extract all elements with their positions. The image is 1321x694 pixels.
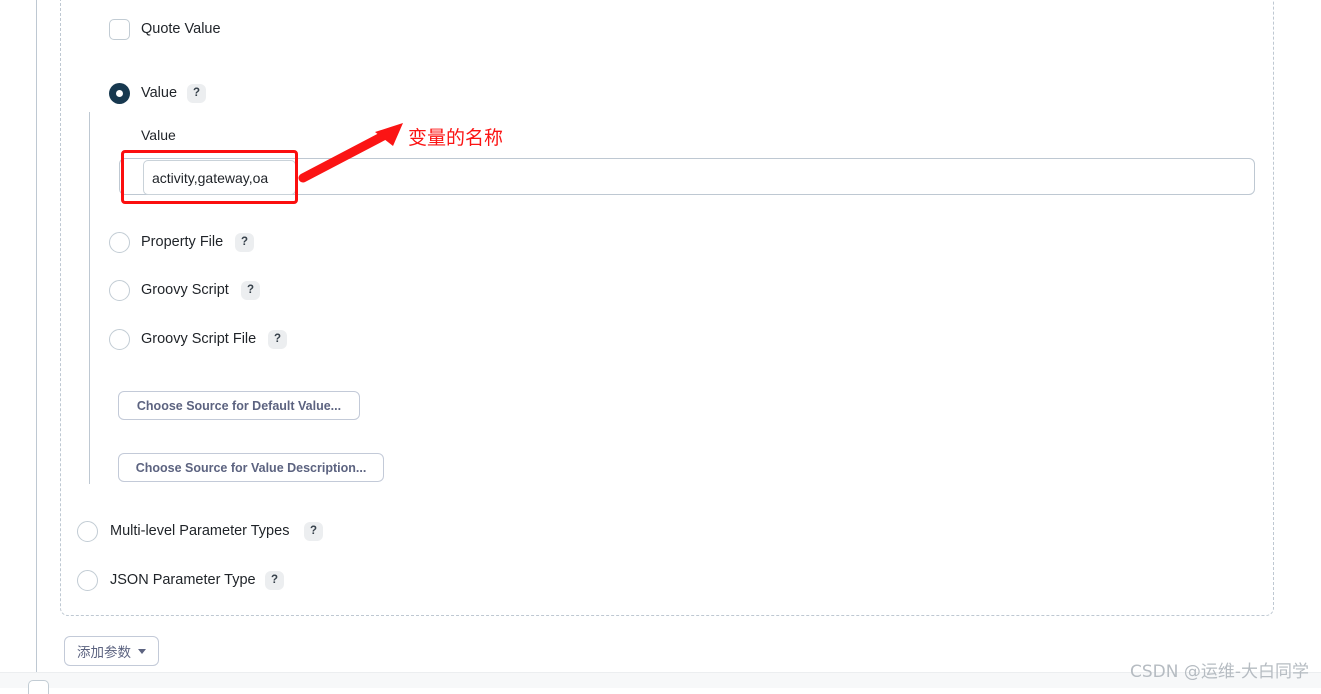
value-radio-label: Value (141, 85, 178, 101)
choose-source-value-description-button[interactable]: Choose Source for Value Description... (118, 453, 384, 482)
chevron-down-icon (138, 648, 146, 654)
bottom-separator (0, 672, 1321, 688)
groovy-script-label: Groovy Script (141, 282, 229, 298)
annotation-text: 变量的名称 (408, 127, 504, 149)
add-parameter-label: 添加参数 (77, 645, 131, 660)
groovy-script-file-help-icon[interactable]: ? (268, 330, 287, 349)
value-section-indent-rail (89, 112, 90, 484)
outer-vertical-rail (36, 0, 37, 687)
multi-level-parameter-types-label: Multi-level Parameter Types (110, 523, 290, 539)
next-option-checkbox[interactable] (28, 680, 49, 694)
property-file-help-icon[interactable]: ? (235, 233, 254, 252)
choose-source-default-value-button[interactable]: Choose Source for Default Value... (118, 391, 360, 420)
json-parameter-type-label: JSON Parameter Type (110, 572, 256, 588)
property-file-radio[interactable] (109, 232, 130, 253)
value-input[interactable] (143, 160, 296, 195)
property-file-label: Property File (141, 234, 224, 250)
value-field-label: Value (141, 127, 176, 143)
json-parameter-type-radio[interactable] (77, 570, 98, 591)
watermark: CSDN @运维-大白同学 (1129, 662, 1309, 682)
value-help-icon[interactable]: ? (187, 84, 206, 103)
groovy-script-file-label: Groovy Script File (141, 331, 257, 347)
multi-level-parameter-types-radio[interactable] (77, 521, 98, 542)
json-parameter-type-help-icon[interactable]: ? (265, 571, 284, 590)
groovy-script-help-icon[interactable]: ? (241, 281, 260, 300)
groovy-script-radio[interactable] (109, 280, 130, 301)
groovy-script-file-radio[interactable] (109, 329, 130, 350)
multi-level-help-icon[interactable]: ? (304, 522, 323, 541)
value-radio[interactable] (109, 83, 130, 104)
quote-value-label: Quote Value (141, 21, 221, 37)
quote-value-checkbox[interactable] (109, 19, 130, 40)
add-parameter-button[interactable]: 添加参数 (64, 636, 159, 666)
